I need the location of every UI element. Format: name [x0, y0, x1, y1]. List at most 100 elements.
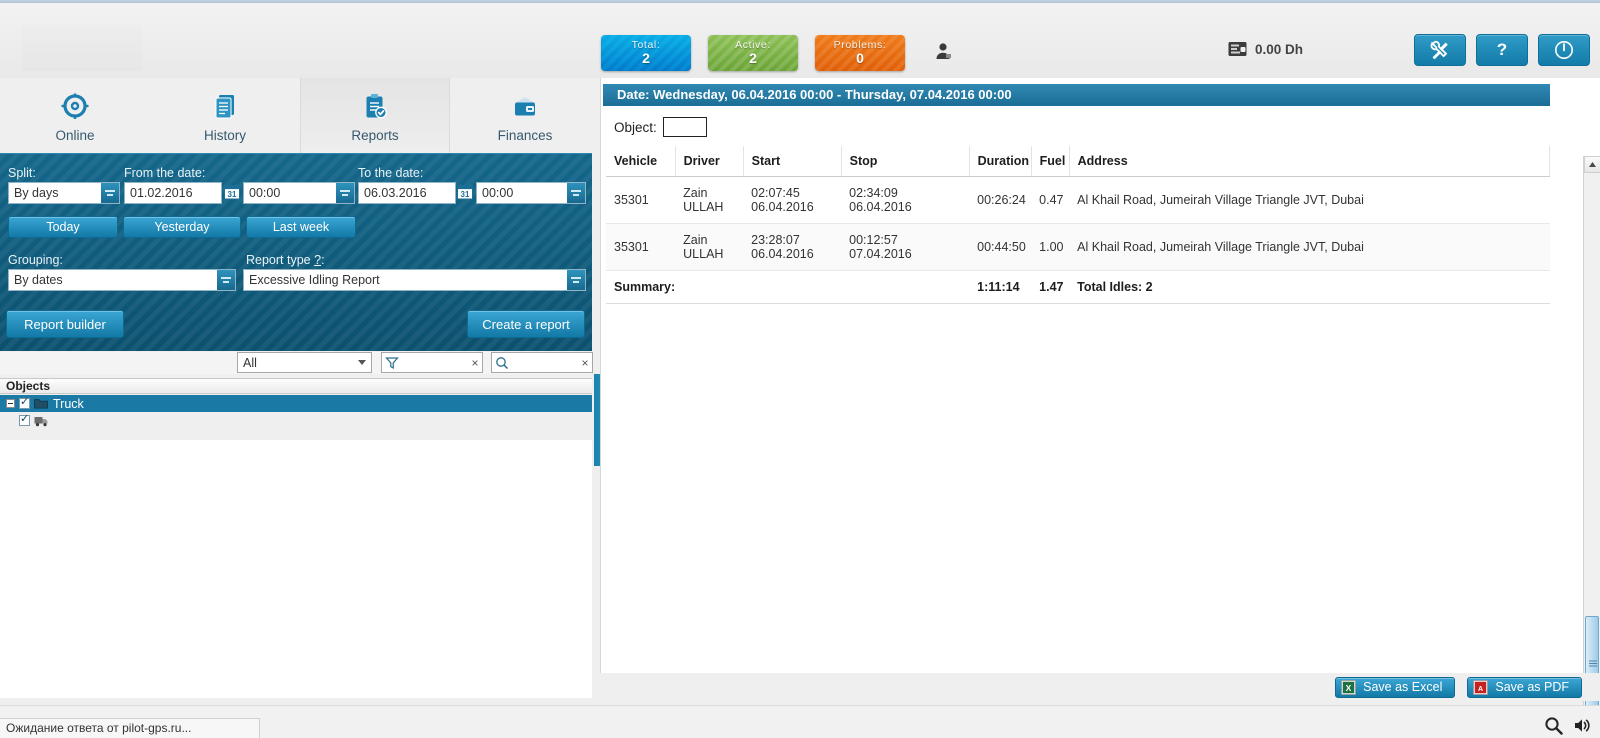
status-pill-active-label: Active:	[735, 39, 771, 51]
cell-start: 23:28:07 06.04.2016	[743, 223, 842, 271]
last-week-button-label: Last week	[272, 220, 330, 234]
report-scrollbar[interactable]	[1583, 156, 1600, 738]
funnel-icon	[385, 356, 399, 369]
cell-driver: Zain ULLAH	[675, 176, 744, 224]
status-pill-total-label: Total:	[631, 39, 661, 51]
column-header-fuel[interactable]: Fuel	[1031, 146, 1070, 177]
wrench-screwdriver-icon	[1430, 40, 1448, 60]
to-time-dropdown-icon[interactable]	[567, 183, 585, 203]
cell-vehicle: 35301	[606, 223, 676, 271]
logo-placeholder	[22, 23, 142, 71]
column-header-vehicle[interactable]: Vehicle	[606, 146, 676, 177]
report-type-select[interactable]	[243, 269, 586, 291]
cell-address: Al Khail Road, Jumeirah Village Triangle…	[1069, 223, 1550, 271]
create-report-button[interactable]: Create a report	[467, 310, 585, 338]
main-navigation: Online History Reports Finances	[0, 78, 600, 153]
split-dropdown-icon[interactable]	[101, 183, 119, 203]
logout-button[interactable]	[1538, 34, 1590, 66]
report-object-input[interactable]	[662, 117, 707, 137]
report-type-dropdown-icon[interactable]	[567, 270, 585, 290]
tree-node-vehicle-checkbox[interactable]	[19, 412, 30, 426]
report-summary-row: Summary: 1:11:14 1.47 Total Idles: 2	[606, 270, 1550, 304]
column-header-stop[interactable]: Stop	[841, 146, 970, 177]
tools-button[interactable]	[1414, 34, 1466, 66]
help-button[interactable]: ?	[1476, 34, 1528, 66]
from-time-value	[244, 183, 336, 203]
grouping-select[interactable]	[8, 269, 236, 291]
create-report-label: Create a report	[482, 316, 570, 332]
tree-node-truck[interactable]: Truck	[0, 395, 592, 412]
summary-note: Total Idles: 2	[1069, 270, 1550, 304]
speaker-icon[interactable]	[1573, 716, 1592, 735]
cell-fuel: 0.47	[1031, 176, 1070, 224]
today-button-label: Today	[46, 220, 80, 234]
table-row[interactable]: 35301 Zain ULLAH 23:28:07 06.04.2016 00:…	[606, 223, 1550, 271]
objects-filter-select-value: All	[243, 355, 257, 370]
column-header-duration[interactable]: Duration	[969, 146, 1032, 177]
nav-tab-reports-label: Reports	[351, 128, 399, 143]
nav-tab-finances[interactable]: Finances	[450, 78, 600, 153]
report-object-label: Object:	[614, 119, 657, 135]
status-pill-active[interactable]: Active: 2	[708, 35, 798, 71]
to-time-input[interactable]	[476, 182, 586, 204]
nav-tab-online-label: Online	[55, 128, 95, 143]
column-header-driver[interactable]: Driver	[675, 146, 744, 177]
status-pill-active-value: 2	[749, 50, 757, 66]
status-pill-total[interactable]: Total: 2	[601, 35, 691, 71]
objects-filter-select[interactable]: All	[237, 352, 372, 373]
clipboard-check-icon	[360, 88, 390, 122]
chevron-down-icon	[358, 360, 366, 365]
split-select[interactable]	[8, 182, 120, 204]
from-date-input[interactable]	[124, 182, 222, 204]
nav-tab-online[interactable]: Online	[0, 78, 150, 153]
status-bar-icons	[1544, 716, 1592, 735]
table-row[interactable]: 35301 Zain ULLAH 02:07:45 06.04.2016 02:…	[606, 176, 1550, 224]
objects-search-clear[interactable]: ×	[578, 356, 592, 370]
today-button[interactable]: Today	[8, 216, 118, 238]
cell-duration: 00:44:50	[969, 223, 1032, 271]
scroll-up-button[interactable]	[1584, 156, 1600, 173]
from-date-label: From the date:	[124, 166, 206, 180]
to-date-value	[359, 183, 455, 203]
to-date-input[interactable]	[358, 182, 456, 204]
objects-filter-field[interactable]: ×	[381, 352, 483, 373]
search-icon[interactable]	[1544, 716, 1563, 735]
yesterday-button[interactable]: Yesterday	[123, 216, 241, 238]
report-table-body: 35301 Zain ULLAH 02:07:45 06.04.2016 02:…	[606, 176, 1550, 304]
tree-node-vehicle[interactable]	[0, 412, 592, 429]
nav-tab-reports[interactable]: Reports	[300, 78, 450, 153]
last-week-button[interactable]: Last week	[246, 216, 356, 238]
status-pill-problems[interactable]: Problems: 0	[815, 35, 905, 71]
cell-start: 02:07:45 06.04.2016	[743, 176, 842, 224]
tree-node-truck-checkbox[interactable]	[19, 395, 30, 409]
excel-file-icon: X	[1341, 679, 1357, 695]
report-type-label: Report type ?:	[246, 253, 325, 267]
grouping-value	[9, 270, 217, 290]
nav-tab-history[interactable]: History	[150, 78, 300, 153]
cell-start-time: 02:07:45	[751, 186, 800, 200]
scrollbar-grip-icon	[1589, 660, 1597, 667]
save-as-pdf-label: Save as PDF	[1495, 680, 1569, 694]
cell-stop-date: 07.04.2016	[849, 247, 912, 261]
tree-node-truck-label: Truck	[53, 396, 84, 411]
column-header-start[interactable]: Start	[743, 146, 842, 177]
save-as-pdf-button[interactable]: A Save as PDF	[1467, 676, 1582, 698]
report-table-header-row: Vehicle Driver Start Stop Duration Fuel …	[606, 146, 1551, 177]
objects-search-field[interactable]: ×	[491, 352, 593, 373]
from-time-dropdown-icon[interactable]	[336, 183, 354, 203]
wallet-icon	[1228, 42, 1247, 56]
calendar-icon[interactable]: 31	[457, 183, 473, 200]
column-header-address[interactable]: Address	[1069, 146, 1551, 177]
person-icon[interactable]	[934, 41, 954, 61]
save-as-excel-button[interactable]: X Save as Excel	[1335, 676, 1456, 698]
report-builder-button[interactable]: Report builder	[6, 310, 124, 338]
grouping-dropdown-icon[interactable]	[217, 270, 235, 290]
calendar-icon[interactable]: 31	[224, 183, 240, 200]
report-panel: Date: Wednesday, 06.04.2016 00:00 - Thur…	[600, 78, 1600, 738]
summary-empty-start	[743, 270, 842, 304]
pdf-file-icon: A	[1473, 679, 1489, 695]
objects-filter-clear[interactable]: ×	[468, 356, 482, 370]
expander-icon[interactable]	[6, 399, 15, 408]
to-date-label: To the date:	[358, 166, 424, 180]
from-time-input[interactable]	[243, 182, 355, 204]
